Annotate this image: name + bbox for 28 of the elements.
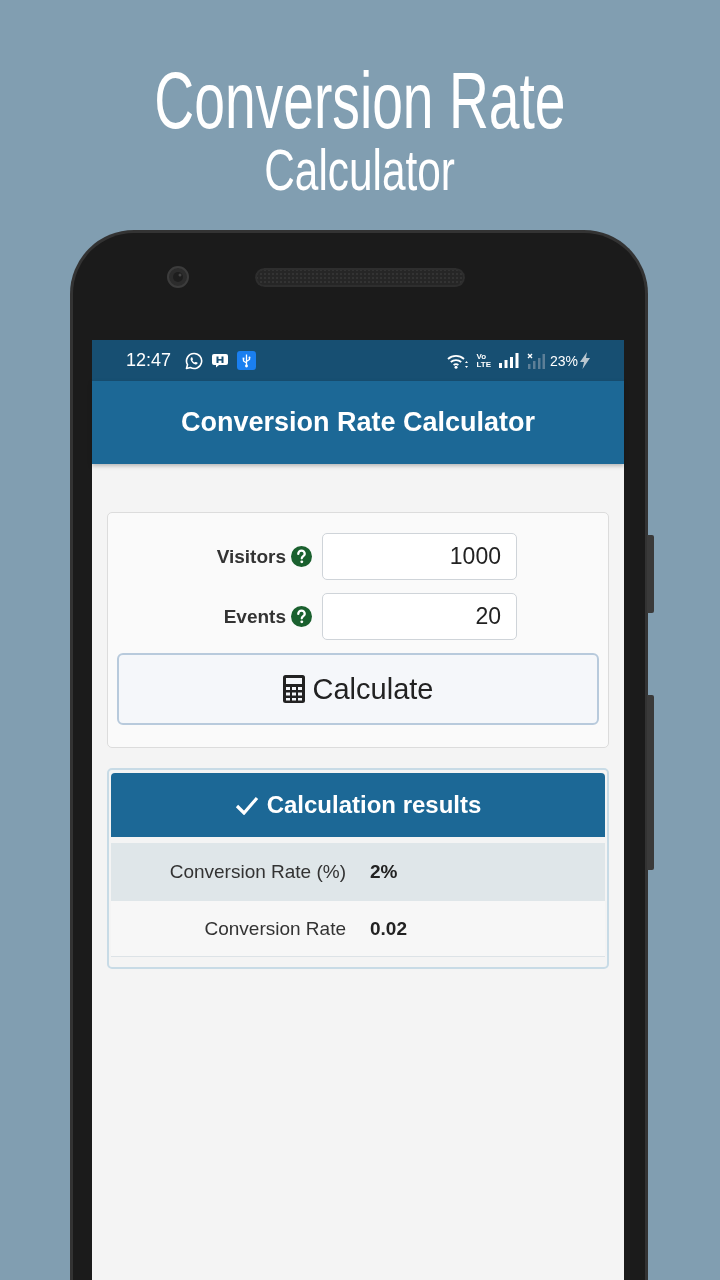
number-field[interactable]: 20 (322, 593, 517, 640)
wifi-icon (447, 352, 470, 369)
result-label: Conversion Rate (%) (168, 861, 346, 883)
volte-label: Vo LTE (476, 352, 491, 369)
signal-icon (498, 353, 519, 368)
charging-bolt-icon (580, 352, 590, 369)
calculate-button[interactable]: Calculate (117, 653, 599, 725)
chat-bubble-phone-icon (185, 351, 204, 370)
help-icon[interactable] (291, 546, 312, 567)
result-label: Conversion Rate (203, 917, 346, 940)
result-value: 0.02 (370, 917, 407, 940)
status-time: 12:47 (126, 350, 172, 371)
field-label: Visitors (216, 545, 286, 568)
results-title: Calculation results (266, 791, 482, 819)
field-label: Events (223, 605, 286, 628)
no-signal-icon (526, 352, 545, 369)
help-icon[interactable] (291, 606, 312, 627)
app-title: Conversion Rate Calculator (180, 407, 536, 438)
number-field[interactable]: 1000 (322, 533, 517, 580)
checkmark-icon (234, 795, 259, 815)
calculator-icon (282, 675, 305, 703)
usb-icon (237, 351, 257, 370)
front-camera-icon (167, 266, 189, 288)
battery-percent: 23% (549, 352, 578, 369)
promo-title: Conversion Rate (154, 61, 566, 141)
promo-subtitle: Calculator (264, 141, 456, 199)
result-value: 2% (370, 861, 398, 883)
message-icon (211, 353, 230, 368)
